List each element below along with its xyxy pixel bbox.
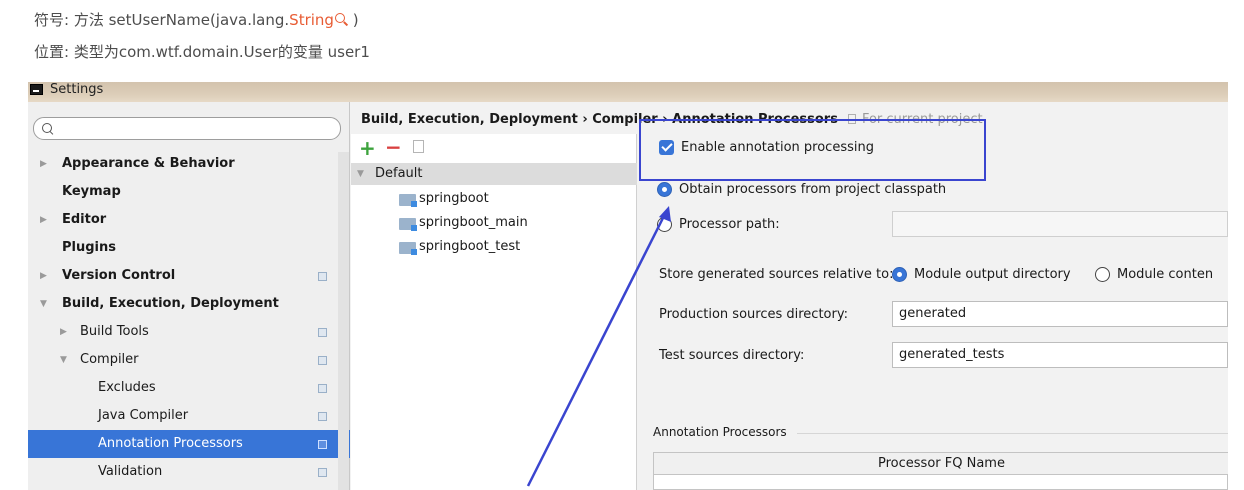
production-sources-field[interactable]: generated xyxy=(892,301,1228,327)
module-output-label: Module output directory xyxy=(914,267,1071,282)
remove-profile-button[interactable]: − xyxy=(385,135,402,159)
annotation-processors-group-label: Annotation Processors xyxy=(653,425,787,439)
sidebar-item-version-control[interactable]: ▶ Version Control xyxy=(28,262,350,290)
expand-arrow-icon[interactable]: ▶ xyxy=(40,206,47,234)
sidebar-item-label: Java Compiler xyxy=(98,408,189,423)
radio-selected-icon[interactable] xyxy=(657,182,672,197)
settings-window: Settings ▶ Appearance & Behavior Keymap … xyxy=(28,82,1228,490)
sidebar-item-keymap[interactable]: Keymap xyxy=(28,178,350,206)
sidebar-item-build-tools[interactable]: ▶ Build Tools xyxy=(28,318,350,346)
project-config-icon xyxy=(318,440,327,449)
settings-sidebar: ▶ Appearance & Behavior Keymap ▶ Editor … xyxy=(28,102,350,490)
add-profile-button[interactable]: + xyxy=(359,136,376,160)
sidebar-item-label: Validation xyxy=(98,464,163,479)
test-sources-field[interactable]: generated_tests xyxy=(892,342,1228,368)
app-icon xyxy=(30,84,43,95)
project-config-icon xyxy=(318,356,327,365)
collapse-arrow-icon[interactable]: ▼ xyxy=(60,346,67,374)
project-config-icon xyxy=(318,412,327,421)
sidebar-item-label: Build Tools xyxy=(80,324,149,339)
title-bar: Settings xyxy=(28,82,1228,102)
search-icon[interactable] xyxy=(334,13,348,26)
search-icon xyxy=(42,123,52,133)
expand-arrow-icon[interactable]: ▶ xyxy=(40,262,47,290)
symbol-line: 符号: 方法 setUserName(java.lang.String ) xyxy=(34,9,359,30)
sidebar-item-label: Build, Execution, Deployment xyxy=(62,296,279,311)
settings-main-panel: Build, Execution, Deployment › Compiler … xyxy=(351,102,1228,490)
string-link[interactable]: String xyxy=(289,11,334,29)
sidebar-item-compiler[interactable]: ▼ Compiler xyxy=(28,346,350,374)
sidebar-scrollbar[interactable] xyxy=(338,152,349,490)
sidebar-item-label: Appearance & Behavior xyxy=(62,156,235,171)
sidebar-item-validation[interactable]: Validation xyxy=(28,458,350,486)
module-label: springboot_main xyxy=(419,215,528,230)
window-title: Settings xyxy=(50,82,104,97)
module-folder-icon xyxy=(399,218,417,231)
project-config-icon xyxy=(318,468,327,477)
sidebar-item-plugins[interactable]: Plugins xyxy=(28,234,350,262)
radio-unselected-icon[interactable] xyxy=(1095,267,1110,282)
sidebar-item-editor[interactable]: ▶ Editor xyxy=(28,206,350,234)
sidebar-item-excludes[interactable]: Excludes xyxy=(28,374,350,402)
profile-default[interactable]: ▼ Default xyxy=(351,163,637,185)
sidebar-item-label: Excludes xyxy=(98,380,156,395)
processor-table[interactable]: Processor FQ Name xyxy=(653,452,1228,490)
move-to-profile-icon[interactable] xyxy=(413,140,424,153)
breadcrumb-separator: › xyxy=(577,112,593,127)
location-line: 位置: 类型为com.wtf.domain.User的变量 user1 xyxy=(34,43,370,61)
breadcrumb-build: Build, Execution, Deployment xyxy=(361,112,578,127)
project-config-icon xyxy=(318,328,327,337)
processor-path-field[interactable] xyxy=(892,211,1228,237)
test-sources-label: Test sources directory: xyxy=(659,348,805,363)
project-config-icon xyxy=(318,384,327,393)
collapse-arrow-icon[interactable]: ▼ xyxy=(357,163,364,185)
enable-annotation-label: Enable annotation processing xyxy=(681,140,874,155)
sidebar-item-label: Version Control xyxy=(62,268,176,283)
sidebar-item-build-execution[interactable]: ▼ Build, Execution, Deployment xyxy=(28,290,350,318)
obtain-label: Obtain processors from project classpath xyxy=(679,182,947,197)
sidebar-item-appearance[interactable]: ▶ Appearance & Behavior xyxy=(28,150,350,178)
sidebar-item-label: Keymap xyxy=(62,184,121,199)
module-label: springboot_test xyxy=(419,239,521,254)
expand-arrow-icon[interactable]: ▶ xyxy=(60,318,67,346)
store-generated-label: Store generated sources relative to: xyxy=(659,267,894,282)
processor-fq-name-header[interactable]: Processor FQ Name xyxy=(654,453,1228,475)
processor-path-label: Processor path: xyxy=(679,217,780,232)
sidebar-item-annotation-processors[interactable]: Annotation Processors xyxy=(28,430,350,458)
radio-selected-icon[interactable] xyxy=(892,267,907,282)
symbol-suffix: ) xyxy=(347,11,359,29)
radio-unselected-icon[interactable] xyxy=(657,217,672,232)
module-folder-icon xyxy=(399,242,417,255)
symbol-prefix: 符号: 方法 setUserName(java.lang. xyxy=(34,11,290,29)
project-config-icon xyxy=(318,272,327,281)
sidebar-item-java-compiler[interactable]: Java Compiler xyxy=(28,402,350,430)
sidebar-item-label: Compiler xyxy=(80,352,139,367)
collapse-arrow-icon[interactable]: ▼ xyxy=(40,290,47,318)
profile-label: Default xyxy=(375,166,423,181)
module-label: springboot xyxy=(419,191,489,206)
module-content-label: Module conten xyxy=(1117,267,1214,282)
search-input[interactable] xyxy=(33,117,341,140)
profile-list: + − ▼ Default springboot springboot_main… xyxy=(351,134,637,490)
annotation-settings: Enable annotation processing Obtain proc… xyxy=(637,119,1228,490)
sidebar-item-label: Annotation Processors xyxy=(98,436,243,451)
production-sources-label: Production sources directory: xyxy=(659,307,848,322)
sidebar-item-label: Editor xyxy=(62,212,107,227)
sidebar-item-label: Plugins xyxy=(62,240,116,255)
expand-arrow-icon[interactable]: ▶ xyxy=(40,150,47,178)
group-divider xyxy=(797,433,1228,434)
module-folder-icon xyxy=(399,194,417,207)
checkbox-checked-icon[interactable] xyxy=(659,140,674,155)
